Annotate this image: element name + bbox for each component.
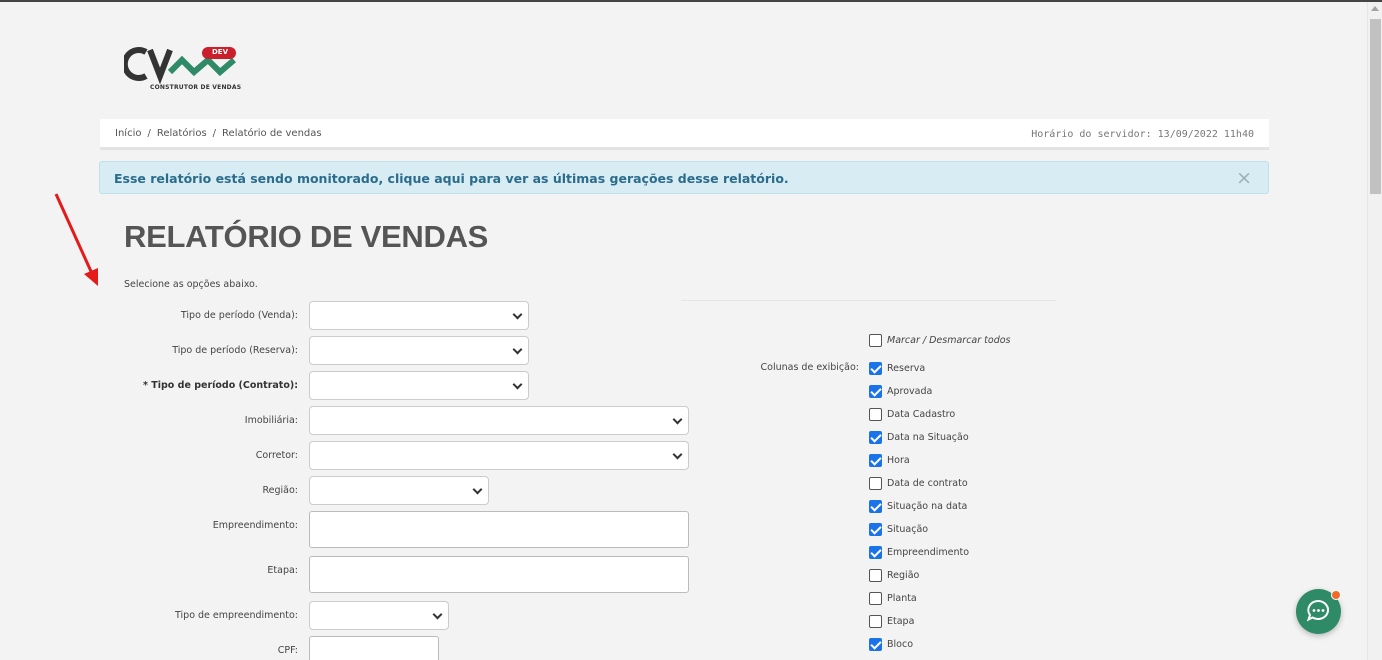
column-checkbox[interactable] (869, 361, 882, 375)
column-option-label: Hora (887, 454, 910, 466)
label-tipo-contrato: * Tipo de período (Contrato): (143, 380, 298, 391)
logo-tagline: CONSTRUTOR DE VENDAS (150, 84, 242, 91)
breadcrumb-relatorios[interactable]: Relatórios (157, 128, 207, 139)
red-arrow-icon (54, 193, 98, 286)
column-option-label: Situação na data (887, 500, 968, 512)
column-checkbox[interactable] (869, 476, 882, 490)
chevron-down-icon (512, 344, 523, 355)
column-option[interactable]: Data na Situação (869, 430, 969, 444)
select-regiao[interactable] (309, 476, 489, 505)
etapa-field[interactable] (309, 556, 689, 593)
chevron-down-icon (512, 379, 523, 390)
column-option-label: Reserva (887, 362, 926, 374)
server-time: Horário do servidor: 13/09/2022 11h40 (1031, 129, 1254, 140)
breadcrumb: Início / Relatórios / Relatório de vendas (115, 128, 322, 139)
column-checkbox[interactable] (869, 568, 882, 582)
chevron-down-icon (512, 309, 523, 320)
column-option[interactable]: Data Cadastro (869, 407, 955, 421)
column-checkbox[interactable] (869, 407, 882, 421)
label-cpf: CPF: (277, 645, 298, 656)
alert-text[interactable]: Esse relatório está sendo monitorado, cl… (114, 171, 789, 186)
column-option-label: Situação (887, 523, 929, 535)
column-option[interactable]: Etapa (869, 614, 914, 628)
label-empreendimento: Empreendimento: (212, 520, 298, 531)
column-option[interactable]: Reserva (869, 361, 925, 375)
scroll-up-icon[interactable] (1371, 6, 1379, 11)
breadcrumb-current: Relatório de vendas (222, 128, 322, 139)
chevron-down-icon (672, 414, 683, 425)
toggle-all-label: Marcar / Desmarcar todos (887, 334, 1011, 346)
column-checkbox[interactable] (869, 614, 882, 628)
column-option[interactable]: Planta (869, 591, 917, 605)
column-option[interactable]: Aprovada (869, 384, 932, 398)
page-subtitle: Selecione as opções abaixo. (124, 279, 258, 290)
breadcrumb-inicio[interactable]: Início (115, 128, 141, 139)
column-checkbox[interactable] (869, 522, 882, 536)
column-option-label: Data Cadastro (887, 408, 956, 420)
label-imobiliaria: Imobiliária: (244, 415, 298, 426)
column-checkbox[interactable] (869, 384, 882, 398)
column-option[interactable]: Região (869, 568, 919, 582)
select-imobiliaria[interactable] (309, 406, 689, 435)
select-tipo-reserva[interactable] (309, 336, 529, 365)
monitoring-alert[interactable]: Esse relatório está sendo monitorado, cl… (99, 161, 1269, 194)
column-checkbox[interactable] (869, 499, 882, 513)
column-option-label: Bloco (887, 638, 914, 650)
notification-badge (1331, 590, 1341, 600)
scrollbar[interactable] (1367, 2, 1382, 660)
page-title: RELATÓRIO DE VENDAS (124, 219, 489, 254)
label-regiao: Região: (262, 485, 298, 496)
column-option-label: Planta (887, 592, 917, 604)
column-option[interactable]: Situação (869, 522, 928, 536)
column-checkbox[interactable] (869, 453, 882, 467)
scroll-thumb[interactable] (1370, 19, 1381, 194)
label-etapa: Etapa: (267, 565, 298, 576)
label-tipo-venda: Tipo de período (Venda): (180, 310, 298, 321)
column-checkbox[interactable] (869, 637, 882, 651)
column-checkbox[interactable] (869, 545, 882, 559)
chevron-down-icon (672, 449, 683, 460)
select-tipo-venda[interactable] (309, 301, 529, 330)
select-tipo-empreendimento[interactable] (309, 601, 449, 630)
logo-badge: DEV (212, 48, 229, 56)
column-option-label: Empreendimento (887, 546, 970, 558)
divider (681, 300, 1056, 301)
close-icon[interactable]: × (1236, 168, 1252, 188)
column-option-label: Aprovada (887, 385, 933, 397)
column-checkbox[interactable] (869, 591, 882, 605)
cpf-field[interactable] (309, 636, 439, 660)
column-option-label: Região (887, 569, 920, 581)
column-checkbox[interactable] (869, 430, 882, 444)
column-option[interactable]: Hora (869, 453, 910, 467)
breadcrumb-bar: Início / Relatórios / Relatório de vendas Ho… (100, 119, 1269, 150)
toggle-all-checkbox-row[interactable]: Marcar / Desmarcar todos (869, 333, 1011, 347)
column-option[interactable]: Empreendimento (869, 545, 969, 559)
column-option-label: Etapa (887, 615, 915, 627)
label-corretor: Corretor: (255, 450, 298, 461)
column-option-label: Data na Situação (887, 431, 969, 443)
chevron-down-icon (432, 609, 443, 620)
select-tipo-contrato[interactable] (309, 371, 529, 400)
label-tipo-reserva: Tipo de período (Reserva): (172, 345, 298, 356)
toggle-all-checkbox[interactable] (869, 333, 882, 347)
column-option[interactable]: Situação na data (869, 499, 967, 513)
label-tipo-empreendimento: Tipo de empreendimento: (175, 610, 298, 621)
select-corretor[interactable] (309, 441, 689, 470)
empreendimento-field[interactable] (309, 511, 689, 548)
columns-label: Colunas de exibição: (760, 362, 859, 373)
chevron-down-icon (472, 484, 483, 495)
column-option[interactable]: Data de contrato (869, 476, 968, 490)
column-option[interactable]: Bloco (869, 637, 913, 651)
column-option-label: Data de contrato (887, 477, 968, 489)
